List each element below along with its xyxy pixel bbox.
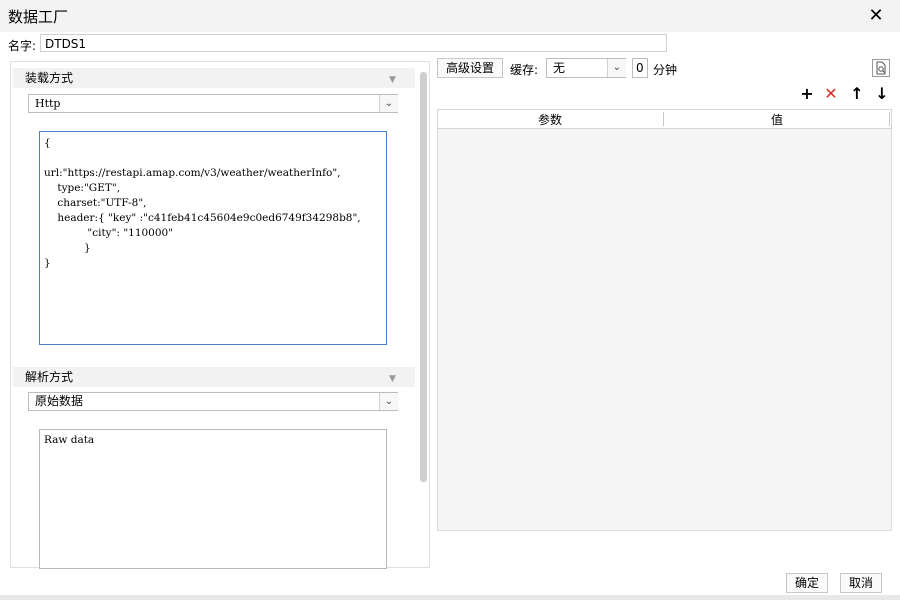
delete-icon[interactable]: ✕ xyxy=(822,85,840,103)
cache-label: 缓存: xyxy=(510,63,539,77)
window-title: 数据工厂 xyxy=(8,8,69,26)
minutes-unit: 分钟 xyxy=(653,63,678,77)
load-method-value: Http xyxy=(35,97,61,110)
minutes-input[interactable]: 0 xyxy=(632,58,648,78)
column-divider xyxy=(889,112,890,126)
add-icon[interactable]: + xyxy=(798,85,816,103)
ok-button[interactable]: 确定 xyxy=(786,573,828,593)
collapse-arrow-icon[interactable]: ▼ xyxy=(389,75,396,85)
chevron-down-icon[interactable]: ⌄ xyxy=(379,95,398,112)
parse-method-value: 原始数据 xyxy=(35,394,84,408)
cache-value: 无 xyxy=(553,61,566,75)
load-method-select[interactable]: Http xyxy=(28,94,398,113)
cancel-button[interactable]: 取消 xyxy=(840,573,882,593)
minutes-value: 0 xyxy=(636,61,644,75)
advanced-settings-button[interactable]: 高级设置 xyxy=(437,58,503,78)
name-label: 名字: xyxy=(8,39,37,53)
collapse-arrow-icon[interactable]: ▼ xyxy=(389,374,396,384)
load-section-title: 装载方式 xyxy=(25,71,74,85)
name-input[interactable]: DTDS1 xyxy=(40,34,667,52)
preview-doc-icon[interactable] xyxy=(872,59,890,77)
chevron-down-icon[interactable]: ⌄ xyxy=(379,393,398,410)
title-bar xyxy=(0,0,900,32)
request-config-editor[interactable]: { url:"https://restapi.amap.com/v3/weath… xyxy=(39,131,387,345)
parse-method-select[interactable]: 原始数据 xyxy=(28,392,398,411)
load-section-header[interactable]: 装载方式 xyxy=(13,68,415,88)
vertical-scrollbar[interactable] xyxy=(420,72,427,482)
move-down-icon[interactable]: ↓ xyxy=(873,85,891,103)
column-header-param[interactable]: 参数 xyxy=(437,111,663,128)
column-header-value[interactable]: 值 xyxy=(664,111,890,128)
move-up-icon[interactable]: ↑ xyxy=(848,85,866,103)
close-icon[interactable]: ✕ xyxy=(862,4,890,28)
parse-section-title: 解析方式 xyxy=(25,370,74,384)
background-sheet-strip xyxy=(0,595,900,600)
parse-section-header[interactable]: 解析方式 xyxy=(13,367,415,387)
params-table-body[interactable] xyxy=(437,129,892,531)
raw-data-editor[interactable]: Raw data xyxy=(39,429,387,569)
chevron-down-icon[interactable]: ⌄ xyxy=(607,59,626,77)
